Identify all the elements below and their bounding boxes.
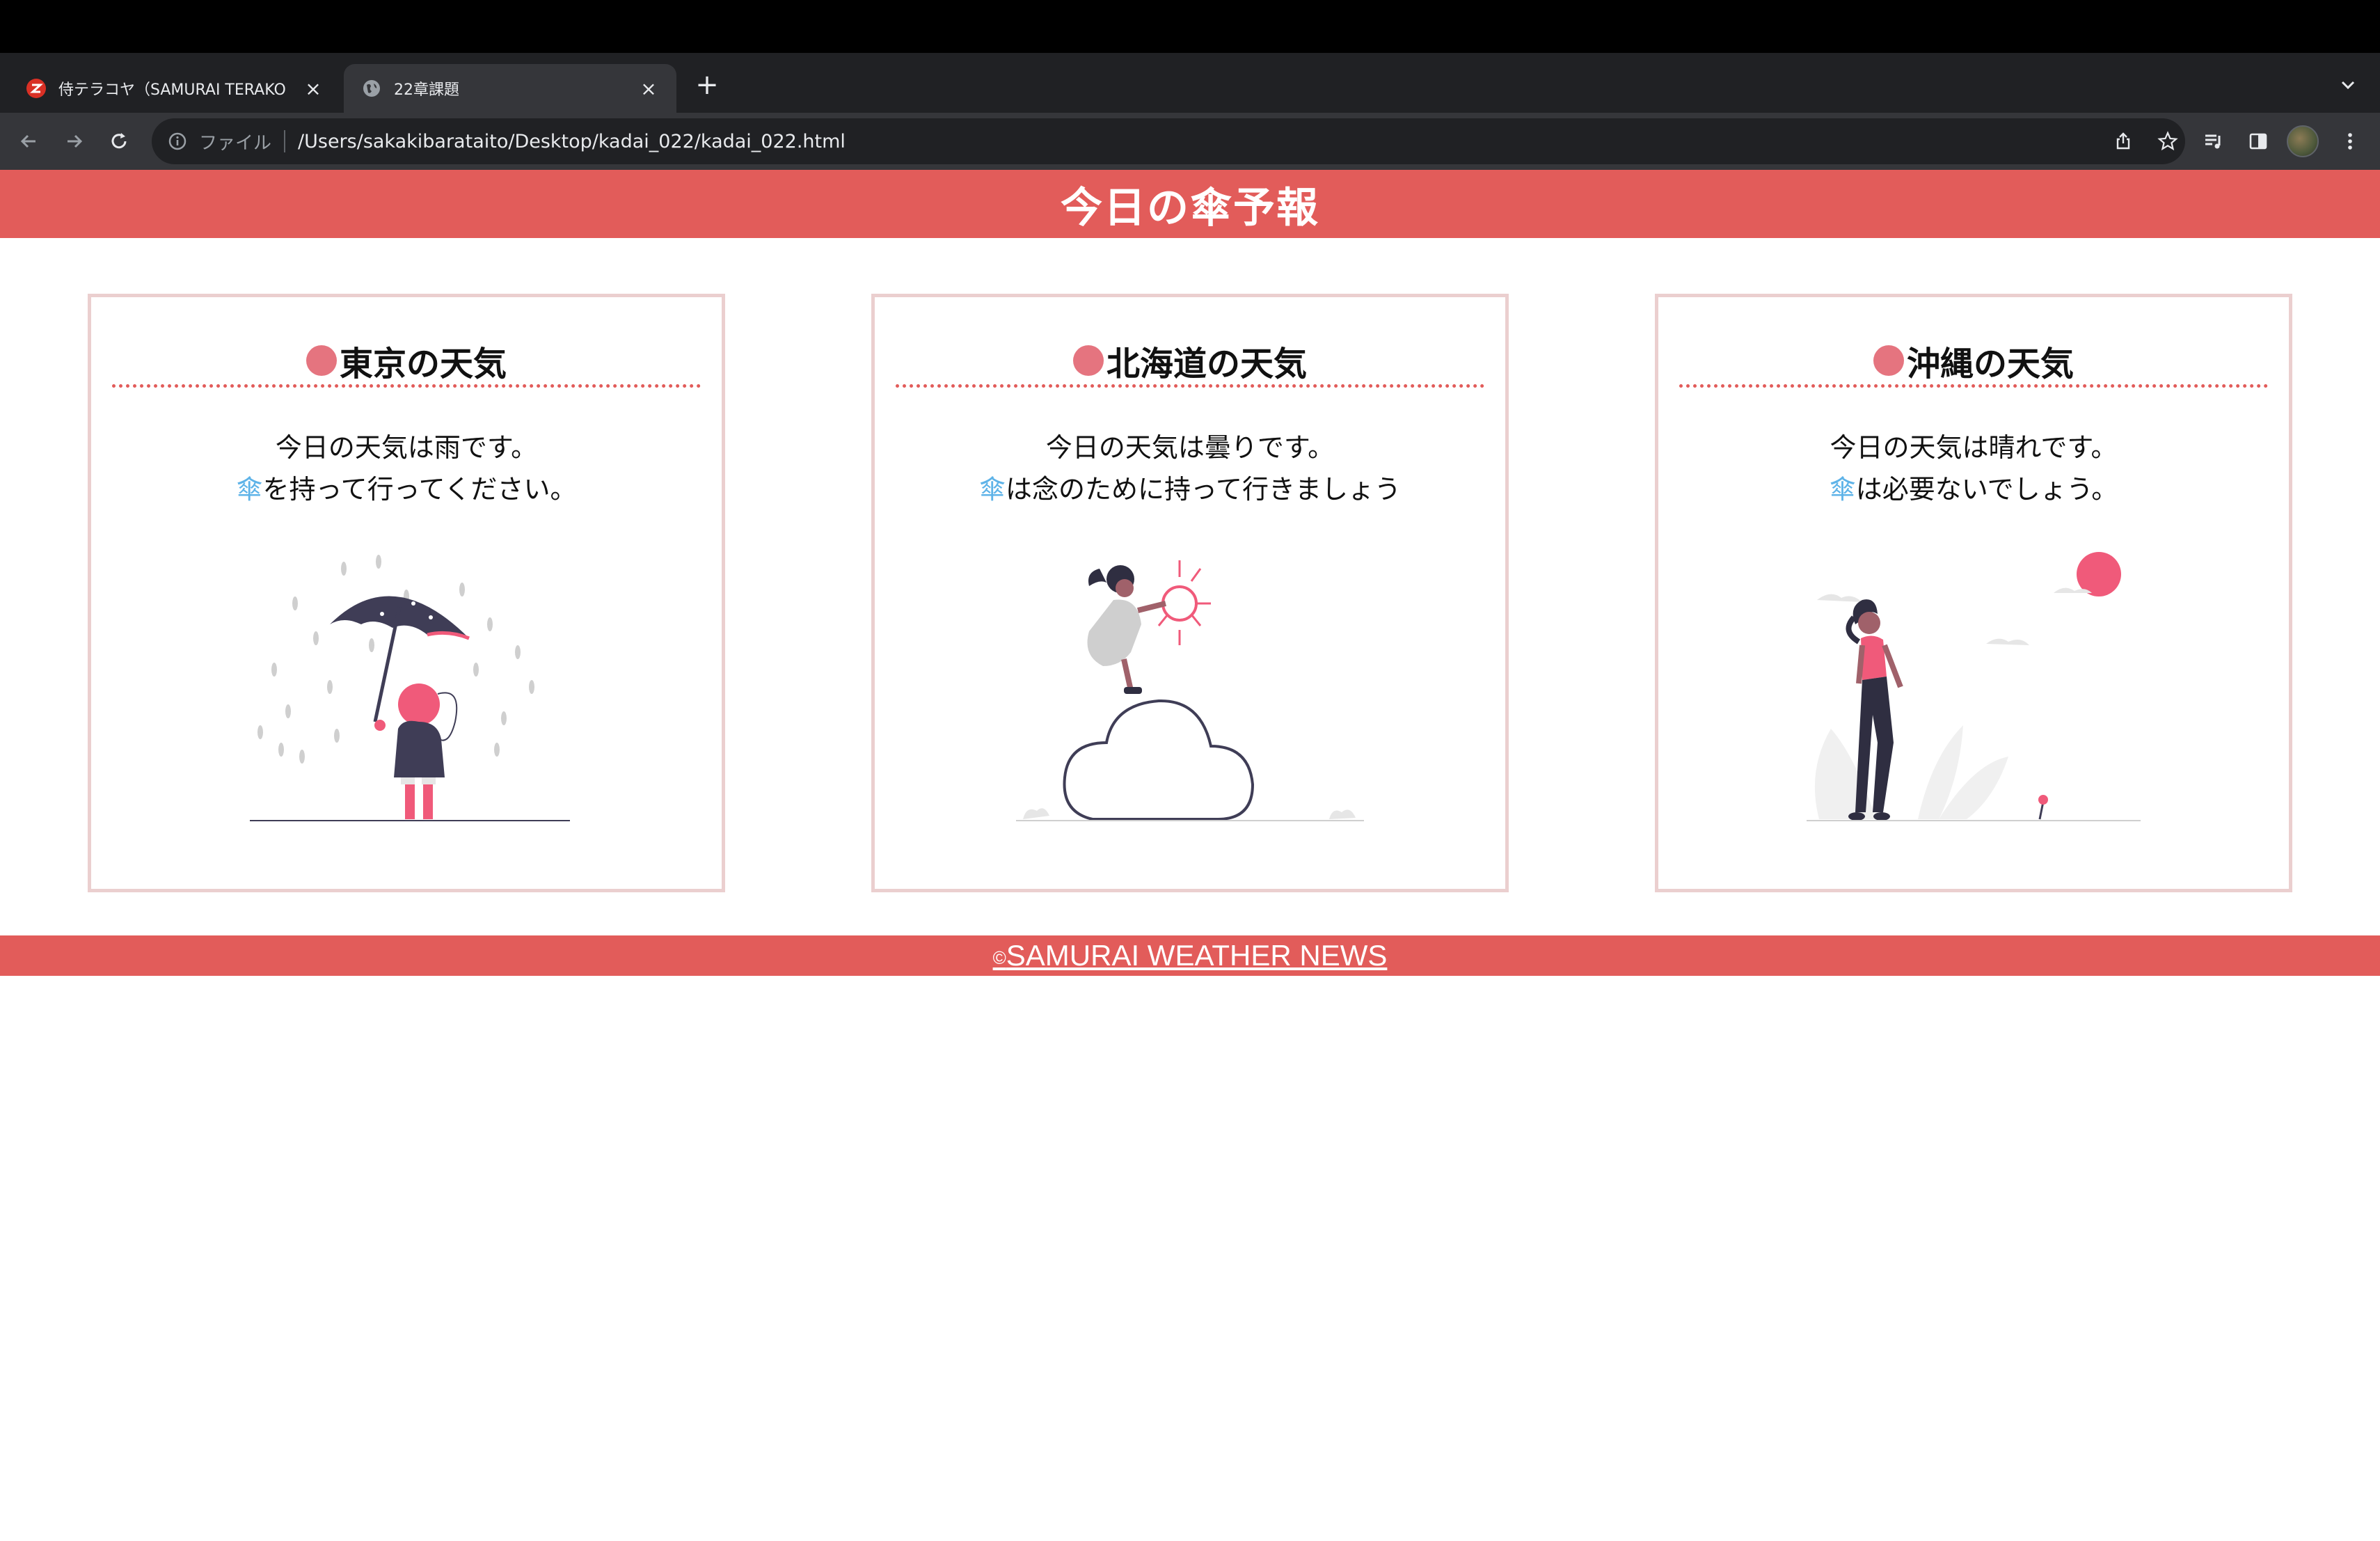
weather-card-hokkaido: 北海道の天気 今日の天気は曇りです。 傘は念のために持って行きましょう <box>871 294 1509 892</box>
share-icon[interactable] <box>2109 127 2138 156</box>
side-panel-icon[interactable] <box>2242 125 2274 157</box>
umbrella-word: 傘 <box>1829 474 1856 505</box>
card-title: 東京の天気 <box>339 344 507 384</box>
forecast-line: 今日の天気は晴れです。 <box>1830 432 2118 463</box>
reload-icon[interactable] <box>103 125 135 157</box>
card-heading: 沖縄の天気 <box>1679 342 2268 388</box>
new-tab-button[interactable]: + <box>692 70 722 100</box>
address-scheme: ファイル <box>199 132 272 154</box>
copyright-text: SAMURAI WEATHER NEWS <box>1006 939 1388 972</box>
system-top-bar <box>0 0 2380 53</box>
tab-title: 22章課題 <box>394 81 459 99</box>
card-message: 今日の天気は雨です。 傘を持って行ってください。 <box>91 427 722 510</box>
tab-22-chapter-assignment[interactable]: 22章課題 × <box>344 64 676 113</box>
cloud-sun-illustration <box>875 548 1505 868</box>
browser-toolbar: ファイル /Users/sakakibarataito/Desktop/kada… <box>0 113 2380 170</box>
card-heading: 北海道の天気 <box>896 342 1484 388</box>
tab-strip: 侍テラコヤ（SAMURAI TERAKO × 22章課題 × <box>0 53 2380 113</box>
bookmark-star-icon[interactable] <box>2153 127 2182 156</box>
address-url[interactable]: /Users/sakakibarataito/Desktop/kadai_022… <box>298 131 846 152</box>
card-title: 沖縄の天気 <box>1906 344 2074 384</box>
site-footer: ©SAMURAI WEATHER NEWS <box>0 935 2380 976</box>
sunny-walk-illustration <box>1658 548 2289 868</box>
rain-umbrella-illustration <box>91 548 722 868</box>
forward-arrow-icon[interactable] <box>58 125 90 157</box>
weather-card-tokyo: 東京の天気 今日の天気は雨です。 傘を持って行ってください。 <box>88 294 725 892</box>
advice-line: は必要ないでしょう。 <box>1855 474 2118 505</box>
menu-kebab-icon[interactable] <box>2334 125 2366 157</box>
back-arrow-icon[interactable] <box>13 125 45 157</box>
avatar[interactable] <box>2287 125 2319 157</box>
forecast-line: 今日の天気は雨です。 <box>275 432 538 463</box>
address-bar[interactable]: ファイル /Users/sakakibarataito/Desktop/kada… <box>152 118 2185 164</box>
media-queue-icon[interactable] <box>2198 125 2230 157</box>
card-heading: 東京の天気 <box>112 342 701 388</box>
forecast-line: 今日の天気は曇りです。 <box>1045 432 1335 463</box>
copyright-link[interactable]: ©SAMURAI WEATHER NEWS <box>993 939 1388 972</box>
globe-icon <box>360 77 383 100</box>
umbrella-word: 傘 <box>978 474 1006 505</box>
tab-search-chevron-icon[interactable] <box>2333 70 2363 100</box>
umbrella-word: 傘 <box>236 474 263 505</box>
card-message: 今日の天気は晴れです。 傘は必要ないでしょう。 <box>1658 427 2289 510</box>
close-icon[interactable]: × <box>302 77 324 100</box>
tab-title: 侍テラコヤ（SAMURAI TERAKO <box>58 81 286 99</box>
card-title: 北海道の天気 <box>1106 344 1307 384</box>
info-icon[interactable] <box>166 129 189 153</box>
bullet-dot <box>1072 345 1104 376</box>
samurai-logo-icon <box>25 77 47 100</box>
bullet-dot <box>1873 345 1904 376</box>
advice-line: を持って行ってください。 <box>262 474 577 505</box>
divider <box>284 130 286 152</box>
advice-line: は念のために持って行きましょう <box>1005 474 1402 505</box>
card-message: 今日の天気は曇りです。 傘は念のために持って行きましょう <box>875 427 1505 510</box>
weather-card-okinawa: 沖縄の天気 今日の天気は晴れです。 傘は必要ないでしょう。 <box>1655 294 2292 892</box>
copyright-mark: © <box>992 947 1006 968</box>
close-icon[interactable]: × <box>637 77 660 100</box>
tab-samurai-terakoya[interactable]: 侍テラコヤ（SAMURAI TERAKO × <box>8 64 341 113</box>
site-header: 今日の傘予報 <box>0 170 2380 238</box>
page-title: 今日の傘予報 <box>1061 183 1319 232</box>
bullet-dot <box>306 345 337 376</box>
